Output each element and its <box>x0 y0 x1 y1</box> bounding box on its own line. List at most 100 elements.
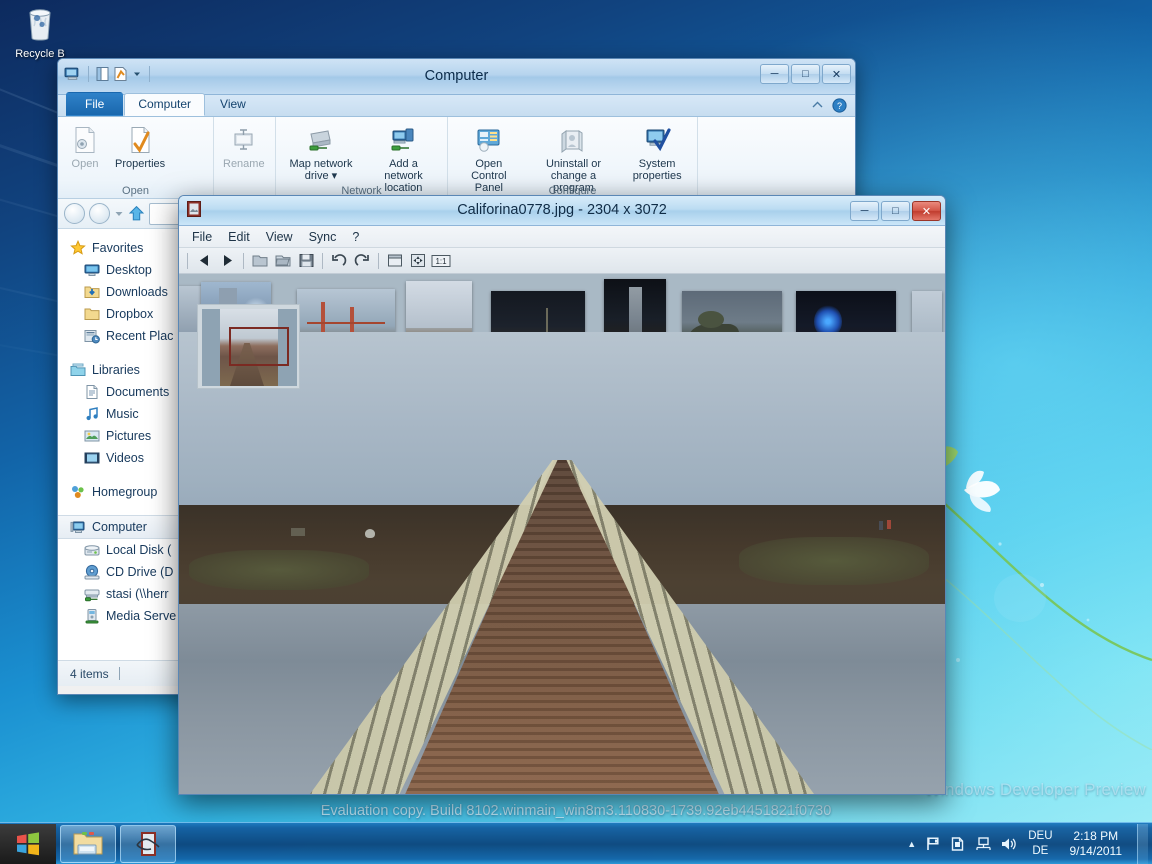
ribbon-tab-right-controls[interactable]: ? <box>811 98 847 113</box>
network-icon[interactable] <box>975 836 991 852</box>
keyboard-layout-indicator[interactable]: DEU DE <box>1026 829 1054 859</box>
network-drive-icon <box>84 586 100 602</box>
previous-image-icon[interactable] <box>194 251 214 271</box>
viewer-title-bar[interactable]: Califorina0778.jpg - 2304 x 3072 ─ □ ✕ <box>179 196 945 226</box>
open-folder-icon[interactable] <box>250 251 270 271</box>
status-item-count: 4 items <box>70 666 109 681</box>
taskbar-item-image-viewer[interactable] <box>120 824 176 863</box>
desktop-icon <box>84 262 100 278</box>
image-viewer-window[interactable]: Califorina0778.jpg - 2304 x 3072 ─ □ ✕ F… <box>178 195 946 795</box>
sidebar-item-label: Computer <box>92 520 147 534</box>
ribbon-button-rename[interactable]: Rename <box>218 122 270 172</box>
menu-file[interactable]: File <box>185 228 219 246</box>
ribbon-group-open: Open Properties Open <box>58 117 213 198</box>
sidebar-item-label: Dropbox <box>106 307 154 321</box>
videos-icon <box>84 450 100 466</box>
fit-window-icon[interactable] <box>385 251 405 271</box>
close-button[interactable]: ✕ <box>822 64 851 84</box>
viewer-menu-bar[interactable]: File Edit View Sync ? <box>179 226 945 248</box>
system-tray[interactable]: ▲ DEU DE 2:18 PM 9/14/2011 <box>907 823 1152 864</box>
show-desktop-button[interactable] <box>1137 823 1148 864</box>
minimize-button[interactable]: ─ <box>850 201 879 221</box>
tab-file[interactable]: File <box>66 92 124 116</box>
sidebar-item-label: Downloads <box>106 285 168 299</box>
volume-icon[interactable] <box>1000 836 1017 852</box>
taskbar-item-file-explorer[interactable] <box>60 824 116 863</box>
keyboard-layout-line2: DE <box>1032 844 1049 857</box>
ribbon-label-system-properties: System properties <box>632 158 682 182</box>
actual-size-icon[interactable]: 1:1 <box>431 251 451 271</box>
ribbon-button-system-properties[interactable]: System properties <box>621 122 693 184</box>
tab-view[interactable]: View <box>206 93 260 116</box>
show-hidden-icons-button[interactable]: ▲ <box>907 839 916 849</box>
rotate-right-icon[interactable] <box>352 251 372 271</box>
sidebar-item-label: Homegroup <box>92 485 158 499</box>
computer-icon <box>70 519 86 535</box>
maximize-button[interactable]: □ <box>791 64 820 84</box>
network-share-icon[interactable] <box>950 836 966 852</box>
next-image-icon[interactable] <box>217 251 237 271</box>
menu-view[interactable]: View <box>259 228 300 246</box>
ribbon-button-open[interactable]: Open <box>62 122 108 172</box>
explorer-title-bar[interactable]: Computer ─ □ ✕ <box>58 59 855 95</box>
ribbon-tab-bar[interactable]: File Computer View ? <box>58 92 855 117</box>
sidebar-item-label: Documents <box>106 385 170 399</box>
evaluation-copy-text: Evaluation copy. Build 8102.winmain_win8… <box>320 803 832 819</box>
downloads-folder-icon <box>84 284 100 300</box>
ribbon-button-properties[interactable]: Properties <box>110 122 170 172</box>
ribbon-group-rename: Rename <box>213 117 275 198</box>
explorer-window-controls[interactable]: ─ □ ✕ <box>760 64 851 84</box>
music-icon <box>84 406 100 422</box>
cd-drive-icon <box>84 564 100 580</box>
folder-icon <box>73 831 103 854</box>
menu-sync[interactable]: Sync <box>302 228 344 246</box>
navigator-viewport-rect[interactable] <box>229 327 289 366</box>
sidebar-item-label: Videos <box>106 451 144 465</box>
rotate-left-icon[interactable] <box>329 251 349 271</box>
taskbar[interactable]: ▲ DEU DE 2:18 PM 9/14/2011 <box>0 822 1152 864</box>
viewer-window-controls[interactable]: ─ □ ✕ <box>850 201 941 221</box>
sidebar-item-label: Media Serve <box>106 609 177 623</box>
ribbon-button-map-network-drive[interactable]: Map network drive ▾ <box>280 122 362 184</box>
local-disk-icon <box>84 542 100 558</box>
photo-distant-person-red <box>887 520 891 529</box>
recycle-bin-desktop-icon[interactable]: Recycle B <box>8 4 72 60</box>
open-icon <box>69 124 101 156</box>
photo-distant-debris <box>291 528 305 536</box>
help-icon[interactable]: ? <box>832 98 847 113</box>
rename-icon <box>228 124 260 156</box>
toolbar-grip <box>187 252 188 269</box>
minimize-button[interactable]: ─ <box>760 64 789 84</box>
minimize-ribbon-icon[interactable] <box>811 99 824 112</box>
libraries-icon <box>70 362 86 378</box>
recent-locations-chevron-icon[interactable] <box>114 209 124 219</box>
open-folder-alt-icon[interactable] <box>273 251 293 271</box>
sidebar-item-label: CD Drive (D <box>106 565 174 579</box>
ribbon-label-properties: Properties <box>115 158 166 170</box>
explorer-title: Computer <box>424 68 489 84</box>
menu-help[interactable]: ? <box>345 228 366 246</box>
menu-edit[interactable]: Edit <box>221 228 257 246</box>
main-photo[interactable] <box>179 332 945 794</box>
start-button[interactable] <box>0 823 56 864</box>
close-button[interactable]: ✕ <box>912 201 941 221</box>
image-navigator-panel[interactable] <box>197 304 300 389</box>
forward-button[interactable] <box>89 203 110 224</box>
action-center-flag-icon[interactable] <box>925 836 941 852</box>
svg-text:1:1: 1:1 <box>435 257 447 266</box>
viewer-toolbar[interactable]: 1:1 <box>179 248 945 274</box>
fullscreen-icon[interactable] <box>408 251 428 271</box>
back-button[interactable] <box>64 203 85 224</box>
clock[interactable]: 2:18 PM 9/14/2011 <box>1064 829 1129 859</box>
sidebar-item-label: Recent Plac <box>106 329 174 343</box>
toolbar-separator <box>378 252 379 269</box>
maximize-button[interactable]: □ <box>881 201 910 221</box>
ribbon-label-map-network-drive: Map network drive ▾ <box>289 158 353 182</box>
up-arrow-icon[interactable] <box>128 205 145 222</box>
ribbon-body[interactable]: Open Properties Open Rename Map network … <box>58 117 855 199</box>
tab-computer[interactable]: Computer <box>124 93 206 116</box>
save-icon[interactable] <box>296 251 316 271</box>
toolbar-separator <box>322 252 323 269</box>
photo-grass-left <box>189 550 369 590</box>
recent-places-icon <box>84 328 100 344</box>
